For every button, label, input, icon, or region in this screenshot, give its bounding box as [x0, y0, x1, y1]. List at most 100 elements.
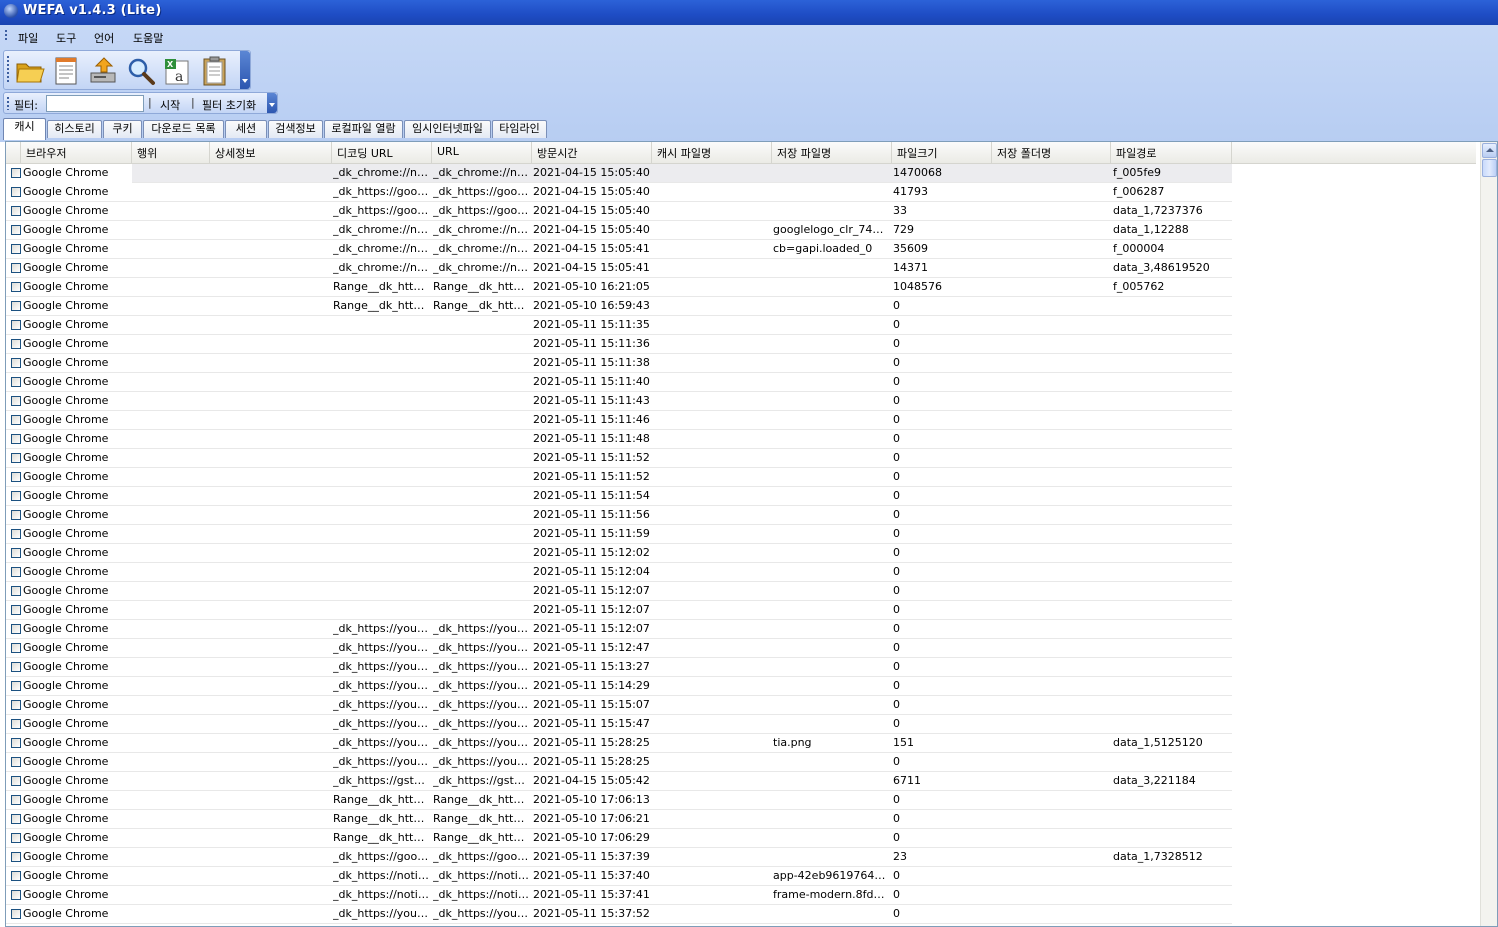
toolbar-overflow[interactable]: [240, 51, 250, 89]
row-checkbox[interactable]: [11, 453, 21, 463]
tab-downloads[interactable]: 다운로드 목록: [143, 120, 224, 138]
row-checkbox[interactable]: [11, 339, 21, 349]
table-row[interactable]: Google Chrome _dk_https://yout... _dk_http…: [6, 753, 1232, 772]
table-row[interactable]: Google Chrome _dk_https://yout... _dk_http…: [6, 696, 1232, 715]
row-checkbox[interactable]: [11, 624, 21, 634]
table-row[interactable]: Google Chrome 2021-05-11 15:12:04 0: [6, 563, 1232, 582]
filter-overflow[interactable]: [267, 93, 277, 113]
column-header-action[interactable]: 행위: [132, 142, 210, 164]
filter-grip[interactable]: [7, 97, 10, 110]
row-checkbox[interactable]: [11, 871, 21, 881]
table-row[interactable]: Google Chrome 2021-05-11 15:11:48 0: [6, 430, 1232, 449]
report-button[interactable]: [49, 54, 84, 87]
excel-export-button[interactable]: X a: [160, 54, 195, 87]
table-row[interactable]: Google Chrome 2021-05-11 15:11:56 0: [6, 506, 1232, 525]
table-row[interactable]: Google Chrome 2021-05-11 15:11:52 0: [6, 449, 1232, 468]
tab-cache[interactable]: 캐시: [3, 118, 46, 140]
row-checkbox[interactable]: [11, 320, 21, 330]
row-checkbox[interactable]: [11, 491, 21, 501]
column-header-saved-filename[interactable]: 저장 파일명: [772, 142, 892, 164]
table-row[interactable]: Google Chrome 2021-05-11 15:11:52 0: [6, 468, 1232, 487]
table-row[interactable]: Google Chrome _dk_https://goog... _dk_http…: [6, 848, 1232, 867]
column-header-file-size[interactable]: 파일크기: [892, 142, 992, 164]
row-checkbox[interactable]: [11, 662, 21, 672]
table-row[interactable]: Google Chrome _dk_chrome://ne... _dk_chrom…: [6, 164, 1232, 183]
open-folder-button[interactable]: [12, 54, 47, 87]
row-checkbox[interactable]: [11, 396, 21, 406]
row-checkbox[interactable]: [11, 757, 21, 767]
table-row[interactable]: Google Chrome _dk_https://goog... _dk_http…: [6, 183, 1232, 202]
table-row[interactable]: Google Chrome _dk_https://yout... _dk_http…: [6, 905, 1232, 924]
table-row[interactable]: Google Chrome 2021-05-11 15:11:38 0: [6, 354, 1232, 373]
table-row[interactable]: Google Chrome Range__dk_http... Range__dk_…: [6, 297, 1232, 316]
row-checkbox[interactable]: [11, 909, 21, 919]
table-row[interactable]: Google Chrome _dk_chrome://ne... _dk_chrom…: [6, 259, 1232, 278]
row-checkbox[interactable]: [11, 700, 21, 710]
scroll-thumb[interactable]: [1482, 159, 1497, 177]
column-header-cache-filename[interactable]: 캐시 파일명: [652, 142, 772, 164]
row-checkbox[interactable]: [11, 377, 21, 387]
export-button[interactable]: [86, 54, 121, 87]
row-checkbox[interactable]: [11, 529, 21, 539]
row-checkbox[interactable]: [11, 472, 21, 482]
row-checkbox[interactable]: [11, 719, 21, 729]
column-header-decoded-url[interactable]: 디코딩 URL: [332, 142, 432, 164]
row-checkbox[interactable]: [11, 605, 21, 615]
menu-language[interactable]: 언어: [94, 30, 114, 46]
table-row[interactable]: Google Chrome Range__dk_http... Range__dk_…: [6, 829, 1232, 848]
column-header-details[interactable]: 상세정보: [210, 142, 332, 164]
row-checkbox[interactable]: [11, 282, 21, 292]
row-checkbox[interactable]: [11, 852, 21, 862]
menu-tools[interactable]: 도구: [56, 30, 76, 46]
vertical-scrollbar[interactable]: [1480, 142, 1497, 926]
table-row[interactable]: Google Chrome 2021-05-11 15:12:07 0: [6, 582, 1232, 601]
filter-input[interactable]: [46, 95, 144, 112]
tab-session[interactable]: 세션: [225, 120, 267, 138]
tab-cookies[interactable]: 쿠키: [103, 120, 142, 138]
row-checkbox[interactable]: [11, 358, 21, 368]
table-row[interactable]: Google Chrome _dk_chrome://ne... _dk_chrom…: [6, 240, 1232, 259]
row-checkbox[interactable]: [11, 814, 21, 824]
table-row[interactable]: Google Chrome 2021-05-11 15:11:54 0: [6, 487, 1232, 506]
cache-list[interactable]: 브라우저 행위 상세정보 디코딩 URL URL 방문시간 캐시 파일명 저장 …: [5, 141, 1498, 927]
table-row[interactable]: Google Chrome _dk_https://yout... _dk_http…: [6, 620, 1232, 639]
row-checkbox[interactable]: [11, 434, 21, 444]
tab-timeline[interactable]: 타임라인: [492, 120, 547, 138]
menu-grip[interactable]: [5, 30, 8, 42]
row-checkbox[interactable]: [11, 890, 21, 900]
column-header-saved-folder[interactable]: 저장 폴더명: [992, 142, 1111, 164]
row-checkbox[interactable]: [11, 643, 21, 653]
table-row[interactable]: Google Chrome _dk_https://notio... _dk_htt…: [6, 886, 1232, 905]
toolbar-grip[interactable]: [7, 56, 10, 84]
row-checkbox[interactable]: [11, 206, 21, 216]
table-row[interactable]: Google Chrome _dk_https://yout... _dk_http…: [6, 734, 1232, 753]
row-checkbox[interactable]: [11, 586, 21, 596]
row-checkbox[interactable]: [11, 548, 21, 558]
table-row[interactable]: Google Chrome _dk_https://yout... _dk_http…: [6, 677, 1232, 696]
column-header-file-path[interactable]: 파일경로: [1111, 142, 1232, 164]
row-checkbox[interactable]: [11, 263, 21, 273]
column-header-url[interactable]: URL: [432, 142, 532, 164]
table-row[interactable]: Google Chrome _dk_https://gsta... _dk_http…: [6, 772, 1232, 791]
table-row[interactable]: Google Chrome 2021-05-11 15:12:07 0: [6, 601, 1232, 620]
table-row[interactable]: Google Chrome _dk_https://goog... _dk_http…: [6, 202, 1232, 221]
row-checkbox[interactable]: [11, 738, 21, 748]
row-checkbox[interactable]: [11, 415, 21, 425]
tab-history[interactable]: 히스토리: [47, 120, 102, 138]
filter-reset-button[interactable]: 필터 초기화: [202, 97, 256, 113]
scroll-up-icon[interactable]: [1482, 143, 1497, 158]
search-button[interactable]: [123, 54, 158, 87]
tab-search-info[interactable]: 검색정보: [268, 120, 323, 138]
table-row[interactable]: Google Chrome 2021-05-11 15:11:59 0: [6, 525, 1232, 544]
table-row[interactable]: Google Chrome _dk_https://notio... _dk_htt…: [6, 867, 1232, 886]
column-header-browser[interactable]: 브라우저: [21, 142, 132, 164]
table-row[interactable]: Google Chrome _dk_chrome://ne... _dk_chrom…: [6, 221, 1232, 240]
filter-start-button[interactable]: 시작: [160, 97, 180, 113]
row-checkbox[interactable]: [11, 795, 21, 805]
tab-temp-internet-files[interactable]: 임시인터넷파일: [404, 120, 491, 138]
table-row[interactable]: Google Chrome 2021-05-11 15:12:02 0: [6, 544, 1232, 563]
table-row[interactable]: Google Chrome Range__dk_http... Range__dk_…: [6, 791, 1232, 810]
row-checkbox[interactable]: [11, 187, 21, 197]
row-checkbox[interactable]: [11, 681, 21, 691]
table-row[interactable]: Google Chrome _dk_https://yout... _dk_http…: [6, 658, 1232, 677]
